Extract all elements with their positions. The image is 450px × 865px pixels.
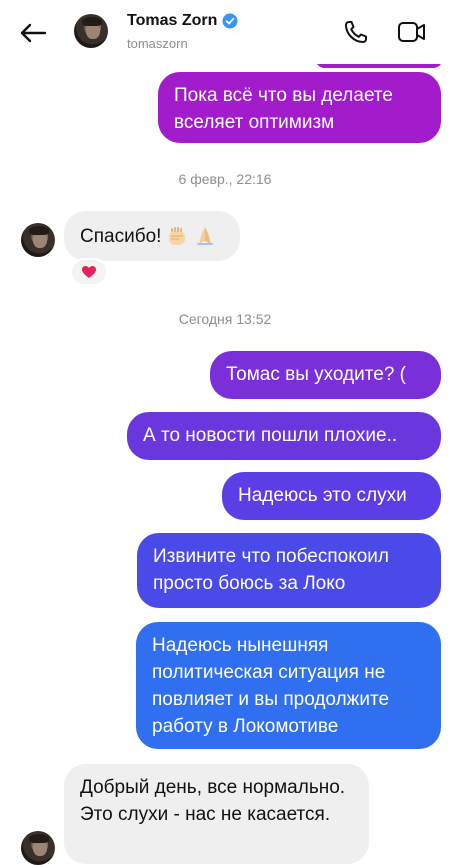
outgoing-message[interactable]: Томас вы уходите? (	[210, 351, 441, 399]
back-arrow-icon	[20, 23, 47, 43]
message-text: Пока всё что вы делаете вселяет оптимизм	[174, 85, 393, 133]
message-text: Добрый день, все нормально. Это слухи - …	[80, 777, 346, 825]
back-button[interactable]	[16, 18, 50, 48]
chat-header: Tomas Zorn tomaszorn	[0, 0, 450, 64]
message-text: Спасибо!	[80, 225, 162, 247]
video-call-icon	[398, 22, 425, 42]
message-text: Томас вы уходите? (	[226, 364, 406, 385]
contact-avatar[interactable]	[74, 14, 108, 48]
contact-username: tomaszorn	[127, 36, 188, 51]
contact-avatar[interactable]	[21, 223, 55, 257]
folded-hands-icon	[197, 227, 214, 245]
phone-call-button[interactable]	[340, 16, 372, 48]
timestamp: Сегодня 13:52	[178, 311, 272, 327]
contact-name-row[interactable]: Tomas Zorn	[127, 12, 238, 30]
contact-avatar[interactable]	[21, 831, 55, 865]
phone-icon	[345, 21, 367, 43]
outgoing-message[interactable]: А то новости пошли плохие..	[127, 412, 441, 460]
message-reaction[interactable]	[70, 258, 108, 286]
outgoing-message[interactable]: Надеюсь это слухи	[222, 472, 441, 520]
message-text: Надеюсь это слухи	[238, 485, 407, 506]
contact-name: Tomas Zorn	[127, 12, 218, 29]
outgoing-message[interactable]: Надеюсь нынешняя политическая ситуация н…	[136, 622, 441, 749]
outgoing-message[interactable]: Пока всё что вы делаете вселяет оптимизм	[158, 72, 441, 143]
video-call-button[interactable]	[396, 16, 428, 48]
timestamp: 6 февр., 22:16	[178, 171, 272, 187]
incoming-message[interactable]: Спасибо!	[64, 211, 240, 261]
heart-icon	[82, 266, 96, 278]
message-text: А то новости пошли плохие..	[143, 425, 398, 446]
raised-fist-icon	[169, 227, 186, 245]
message-text: Извините что побеспокоил просто боюсь за…	[153, 546, 389, 594]
message-text: Надеюсь нынешняя политическая ситуация н…	[152, 635, 390, 737]
outgoing-message[interactable]: Извините что побеспокоил просто боюсь за…	[137, 533, 441, 608]
incoming-message[interactable]: Добрый день, все нормально. Это слухи - …	[64, 764, 369, 864]
verified-badge-icon	[222, 13, 238, 29]
